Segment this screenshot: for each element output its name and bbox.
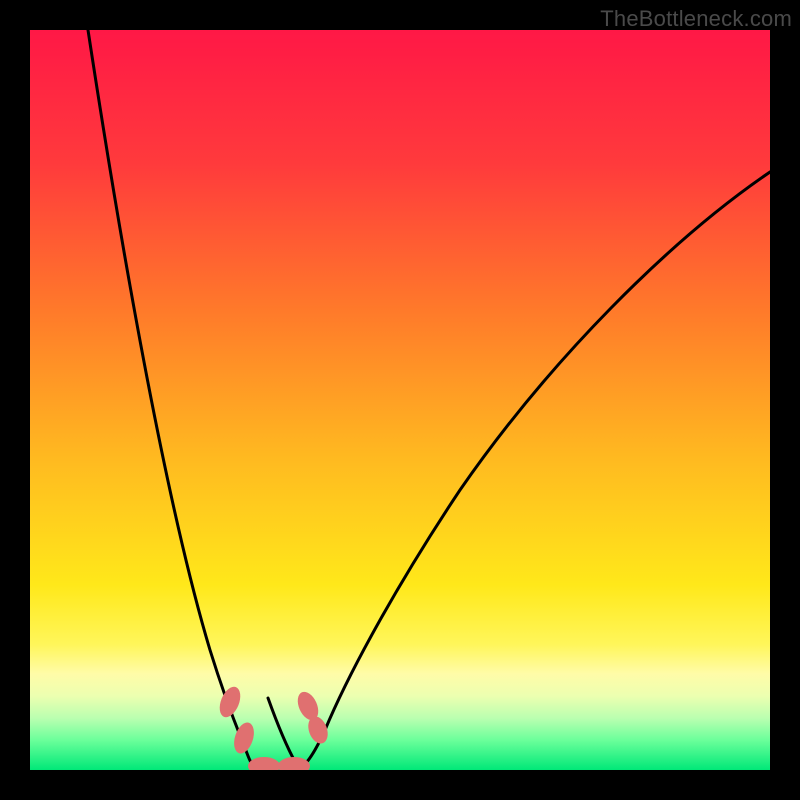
series-right-curve: [302, 172, 770, 767]
marker-2: [248, 757, 280, 770]
watermark-text: TheBottleneck.com: [600, 6, 792, 32]
marker-3: [278, 757, 310, 770]
plot-frame: [30, 30, 770, 770]
plot-curves-layer: [30, 30, 770, 770]
marker-0: [216, 684, 245, 720]
series-left-curve: [88, 30, 298, 767]
